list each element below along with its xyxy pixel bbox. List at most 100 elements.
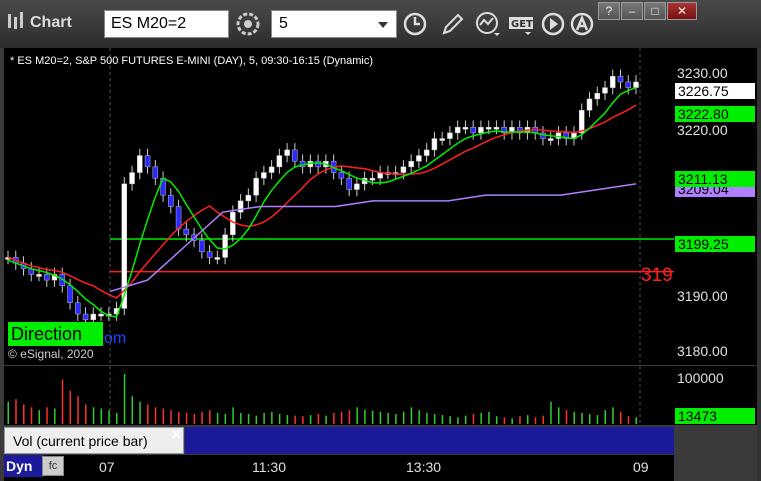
- volume-bar: [23, 404, 25, 424]
- gear-icon[interactable]: [233, 9, 263, 39]
- candle: [439, 138, 445, 141]
- volume-bar: [534, 417, 537, 424]
- volume-bar: [131, 396, 134, 424]
- volume-bar: [162, 408, 165, 424]
- candle: [625, 81, 631, 88]
- dynamic-label[interactable]: Dyn: [4, 455, 44, 477]
- volume-bar: [356, 407, 358, 424]
- volume-bar: [565, 410, 568, 424]
- ma-slow-tag: 3211.13: [675, 171, 755, 187]
- volume-bar: [278, 414, 281, 424]
- candle: [454, 127, 461, 134]
- volume-panel[interactable]: [4, 366, 674, 425]
- volume-bar: [433, 414, 436, 424]
- candle: [633, 81, 639, 88]
- candle: [346, 177, 352, 190]
- direction-label: Direction: [8, 322, 103, 346]
- volume-bar: [550, 401, 552, 424]
- volume-bar: [340, 411, 343, 424]
- caret-icon[interactable]: [567, 9, 597, 39]
- candle: [183, 228, 190, 236]
- volume-bar: [488, 411, 490, 424]
- volume-bar: [333, 412, 335, 424]
- volume-bar: [387, 412, 389, 424]
- volume-bar: [255, 415, 258, 424]
- volume-bar: [69, 390, 72, 424]
- volume-bar: [15, 399, 17, 424]
- clock-icon[interactable]: [400, 9, 430, 39]
- vwap-line: [109, 183, 637, 293]
- volume-bar: [178, 411, 180, 424]
- time-tick: 07: [99, 459, 115, 475]
- candle: [214, 257, 221, 260]
- volume-bar: [302, 416, 304, 424]
- candle: [400, 166, 407, 173]
- volume-bar: [77, 396, 79, 424]
- close-icon[interactable]: ✕: [171, 427, 182, 443]
- volume-bar: [364, 409, 366, 424]
- volume-bar: [123, 374, 126, 424]
- price-tick: 3190.00: [677, 288, 728, 304]
- candle: [547, 138, 554, 141]
- volume-bar: [635, 417, 637, 424]
- candle: [144, 155, 151, 168]
- candle: [284, 149, 290, 156]
- candle: [609, 76, 616, 88]
- website-link[interactable]: om: [104, 330, 126, 348]
- interval-select[interactable]: 5: [271, 10, 397, 38]
- candle: [431, 138, 438, 151]
- chevron-down-icon: [378, 22, 388, 28]
- study-icon[interactable]: [474, 9, 504, 39]
- volume-bar: [519, 416, 521, 424]
- title-bar: Chart ES M20=2 5 GET ? – □ ✕: [0, 0, 761, 48]
- app-title: Chart: [30, 14, 72, 31]
- candle: [261, 172, 267, 179]
- candle: [168, 194, 174, 207]
- volume-bar: [154, 407, 157, 424]
- price-chart-panel[interactable]: [4, 48, 674, 365]
- volume-bar: [379, 411, 382, 424]
- volume-bar: [54, 408, 56, 424]
- candle: [485, 127, 492, 130]
- candle: [408, 160, 414, 168]
- volume-current-tag: 13473: [675, 408, 755, 424]
- volume-bar: [209, 410, 211, 424]
- volume-bar: [457, 417, 459, 424]
- volume-study-tab[interactable]: Vol (current price bar): [4, 427, 184, 454]
- volume-bar: [263, 412, 265, 424]
- maximize-button[interactable]: □: [644, 2, 666, 20]
- volume-bar: [170, 410, 172, 424]
- help-button[interactable]: ?: [598, 2, 620, 20]
- candle: [470, 127, 476, 134]
- volume-bar: [286, 415, 289, 424]
- volume-bar: [557, 407, 560, 424]
- formula-icon[interactable]: fc: [42, 456, 64, 476]
- volume-bar: [441, 415, 444, 424]
- volume-bar: [317, 414, 320, 424]
- volume-bar: [573, 411, 575, 424]
- candle: [67, 285, 73, 303]
- volume-bar: [294, 415, 296, 424]
- candle: [462, 127, 469, 130]
- volume-tab-label: Vol (current price bar): [13, 433, 148, 449]
- candle: [493, 127, 500, 130]
- volume-tick: 100000: [677, 370, 724, 386]
- candle: [44, 274, 50, 281]
- symbol-input[interactable]: ES M20=2: [104, 10, 229, 38]
- pencil-icon[interactable]: [438, 9, 468, 39]
- volume-bar: [418, 410, 420, 424]
- play-icon[interactable]: [538, 9, 568, 39]
- close-button[interactable]: ✕: [667, 2, 697, 20]
- minimize-button[interactable]: –: [621, 2, 643, 20]
- symbol-value: ES M20=2: [111, 15, 187, 32]
- volume-bar: [503, 417, 506, 424]
- volume-bar: [596, 415, 599, 424]
- volume-bar: [216, 412, 219, 424]
- volume-bar: [61, 379, 64, 424]
- volume-bar: [472, 414, 475, 424]
- volume-bar: [100, 408, 103, 424]
- price-tick: 3220.00: [677, 122, 728, 138]
- candle: [129, 172, 135, 185]
- volume-bar: [232, 407, 234, 424]
- get-icon[interactable]: GET: [507, 9, 537, 39]
